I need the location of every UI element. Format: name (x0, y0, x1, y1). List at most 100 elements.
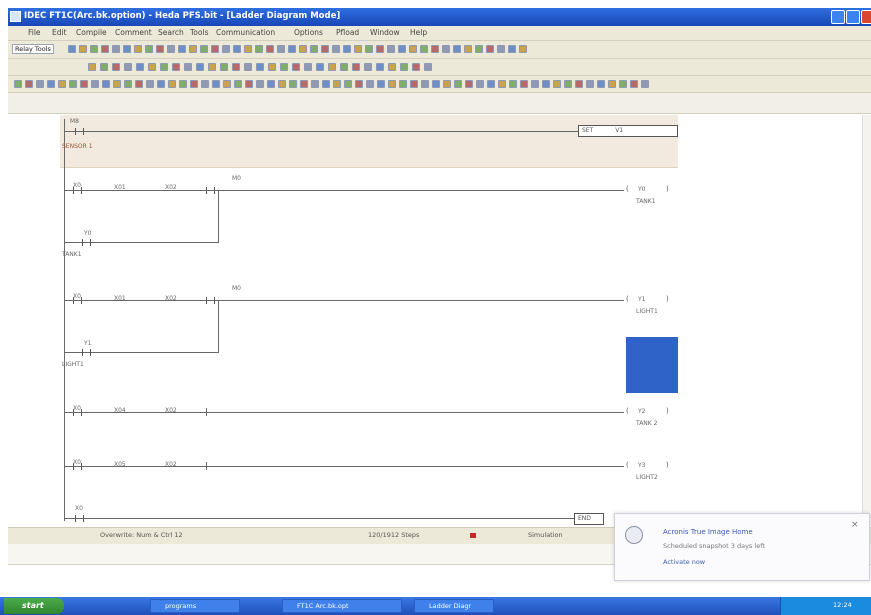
toolbar-button-icon[interactable] (564, 80, 572, 88)
toolbar-button-icon[interactable] (340, 63, 348, 71)
menu-communication[interactable]: Communication (216, 28, 275, 37)
toolbar-button-icon[interactable] (586, 80, 594, 88)
toolbar-button-icon[interactable] (148, 63, 156, 71)
toolbar-button-icon[interactable] (68, 45, 76, 53)
toolbar-button-icon[interactable] (343, 45, 351, 53)
maximize-button[interactable] (846, 10, 860, 24)
toolbar-button-icon[interactable] (454, 80, 462, 88)
toolbar-button-icon[interactable] (212, 80, 220, 88)
menu-pfload[interactable]: Pfload (336, 28, 359, 37)
toolbar-button-icon[interactable] (424, 63, 432, 71)
toolbar-button-icon[interactable] (332, 45, 340, 53)
toolbar-button-icon[interactable] (641, 80, 649, 88)
task-button[interactable]: FT1C Arc.bk.opt (282, 599, 402, 613)
toolbar-button-icon[interactable] (268, 63, 276, 71)
toolbar-button-icon[interactable] (299, 45, 307, 53)
menu-options[interactable]: Options (294, 28, 323, 37)
toolbar-button-icon[interactable] (377, 80, 385, 88)
task-button[interactable]: programs (150, 599, 240, 613)
toolbar-button-icon[interactable] (553, 80, 561, 88)
toolbar-button-icon[interactable] (508, 45, 516, 53)
toolbar-button-icon[interactable] (112, 63, 120, 71)
toolbar-button-icon[interactable] (398, 45, 406, 53)
toolbar-button-icon[interactable] (156, 45, 164, 53)
notification-balloon[interactable]: × Acronis True Image Home Scheduled snap… (614, 513, 870, 581)
toolbar-button-icon[interactable] (630, 80, 638, 88)
toolbar-button-icon[interactable] (520, 80, 528, 88)
toolbar-button-icon[interactable] (420, 45, 428, 53)
toolbar-button-icon[interactable] (196, 63, 204, 71)
mode-combo[interactable]: Relay Tools (12, 44, 54, 54)
notification-link[interactable]: Activate now (663, 558, 705, 566)
toolbar-button-icon[interactable] (88, 63, 96, 71)
close-button[interactable] (861, 10, 871, 24)
menu-tools[interactable]: Tools (190, 28, 208, 37)
toolbar-button-icon[interactable] (80, 80, 88, 88)
toolbar-button-icon[interactable] (412, 63, 420, 71)
toolbar-button-icon[interactable] (267, 80, 275, 88)
toolbar-button-icon[interactable] (184, 63, 192, 71)
toolbar-button-icon[interactable] (14, 80, 22, 88)
toolbar-button-icon[interactable] (328, 63, 336, 71)
toolbar-button-icon[interactable] (421, 80, 429, 88)
toolbar-button-icon[interactable] (575, 80, 583, 88)
toolbar-button-icon[interactable] (178, 45, 186, 53)
toolbar-button-icon[interactable] (310, 45, 318, 53)
toolbar-button-icon[interactable] (232, 63, 240, 71)
toolbar-button-icon[interactable] (172, 63, 180, 71)
toolbar-button-icon[interactable] (47, 80, 55, 88)
toolbar-button-icon[interactable] (245, 80, 253, 88)
close-icon[interactable]: × (851, 520, 859, 530)
toolbar-button-icon[interactable] (443, 80, 451, 88)
toolbar-button-icon[interactable] (234, 80, 242, 88)
toolbar-button-icon[interactable] (113, 80, 121, 88)
toolbar-button-icon[interactable] (124, 80, 132, 88)
toolbar-button-icon[interactable] (388, 63, 396, 71)
menu-file[interactable]: File (28, 28, 41, 37)
menu-compile[interactable]: Compile (76, 28, 107, 37)
toolbar-button-icon[interactable] (486, 45, 494, 53)
start-button[interactable]: start (4, 598, 64, 614)
toolbar-button-icon[interactable] (497, 45, 505, 53)
toolbar-button-icon[interactable] (189, 45, 197, 53)
toolbar-button-icon[interactable] (464, 45, 472, 53)
toolbar-button-icon[interactable] (519, 45, 527, 53)
branch-contact[interactable] (82, 239, 91, 246)
toolbar-button-icon[interactable] (256, 80, 264, 88)
toolbar-button-icon[interactable] (409, 45, 417, 53)
toolbar-button-icon[interactable] (134, 45, 142, 53)
toolbar-button-icon[interactable] (168, 80, 176, 88)
toolbar-button-icon[interactable] (190, 80, 198, 88)
toolbar-button-icon[interactable] (233, 45, 241, 53)
toolbar-button-icon[interactable] (322, 80, 330, 88)
toolbar-button-icon[interactable] (376, 63, 384, 71)
end-instruction-box[interactable]: END (574, 513, 604, 525)
toolbar-button-icon[interactable] (90, 45, 98, 53)
toolbar-button-icon[interactable] (311, 80, 319, 88)
toolbar-button-icon[interactable] (597, 80, 605, 88)
toolbar-button-icon[interactable] (388, 80, 396, 88)
toolbar-button-icon[interactable] (100, 63, 108, 71)
toolbar-button-icon[interactable] (220, 63, 228, 71)
toolbar-button-icon[interactable] (102, 80, 110, 88)
toolbar-button-icon[interactable] (112, 45, 120, 53)
toolbar-button-icon[interactable] (387, 45, 395, 53)
toolbar-button-icon[interactable] (266, 45, 274, 53)
toolbar-button-icon[interactable] (25, 80, 33, 88)
toolbar-button-icon[interactable] (364, 63, 372, 71)
toolbar-button-icon[interactable] (255, 45, 263, 53)
toolbar-button-icon[interactable] (211, 45, 219, 53)
toolbar-button-icon[interactable] (36, 80, 44, 88)
toolbar-button-icon[interactable] (355, 80, 363, 88)
vertical-scrollbar[interactable] (862, 115, 871, 525)
toolbar-button-icon[interactable] (222, 45, 230, 53)
toolbar-button-icon[interactable] (244, 45, 252, 53)
toolbar-button-icon[interactable] (321, 45, 329, 53)
set-instruction-box[interactable]: SET V1 (578, 125, 678, 137)
toolbar-button-icon[interactable] (124, 63, 132, 71)
toolbar-button-icon[interactable] (531, 80, 539, 88)
toolbar-button-icon[interactable] (292, 63, 300, 71)
menu-search[interactable]: Search (158, 28, 184, 37)
toolbar-button-icon[interactable] (135, 80, 143, 88)
menu-help[interactable]: Help (410, 28, 427, 37)
